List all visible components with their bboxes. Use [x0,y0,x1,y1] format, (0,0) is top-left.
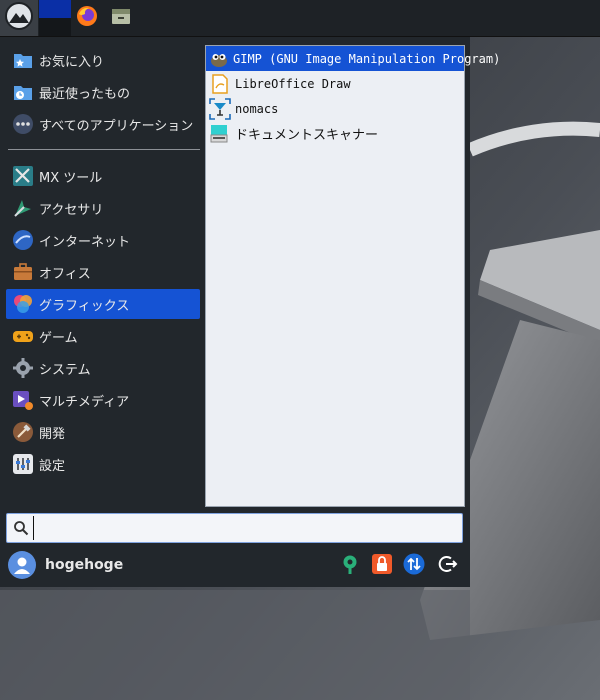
category-label: 設定 [39,458,66,474]
category-separator [8,149,200,150]
category-label: MX ツール [39,170,103,186]
app-item-gimp[interactable]: GIMP (GNU Image Manipulation Program) [206,46,500,71]
category-multimedia[interactable]: マルチメディア [6,385,200,415]
settings-manager-icon [339,553,361,579]
multimedia-icon [12,389,34,411]
accessories-icon [12,197,34,219]
category-accessories[interactable]: アクセサリ [6,193,200,223]
libreoffice-draw-icon [209,73,231,95]
workspace-2-button[interactable] [39,18,71,36]
category-label: マルチメディア [39,394,130,410]
category-mx-tools[interactable]: MX ツール [6,161,200,191]
switch-user-button[interactable] [402,553,426,579]
app-item-document-scanner[interactable]: ドキュメントスキャナー [206,121,464,146]
category-recent[interactable]: 最近使ったもの [6,77,200,107]
mx-tools-icon [12,165,34,187]
lock-icon [371,553,393,579]
app-label: GIMP (GNU Image Manipulation Program) [233,51,501,66]
category-label: オフィス [39,266,91,282]
app-item-nomacs[interactable]: nomacs [206,96,464,121]
system-icon [12,357,34,379]
search-icon [11,520,31,536]
username: hogehoge [45,557,124,573]
category-favorites[interactable]: お気に入り [6,45,200,75]
lock-screen-button[interactable] [370,554,394,578]
category-label: アクセサリ [39,202,104,218]
settings-manager-button[interactable] [338,554,362,578]
workspace-1-button[interactable] [39,0,71,18]
category-label: グラフィックス [39,298,130,314]
nomacs-icon [209,97,231,120]
category-games[interactable]: ゲーム [6,321,200,351]
logout-button[interactable] [435,554,459,578]
development-icon [12,421,34,443]
application-menu: お気に入り 最近使ったもの すべてのアプリケーション MX ツール アクセサリ [0,37,500,587]
category-all-applications[interactable]: すべてのアプリケーション [6,109,200,139]
gimp-icon [209,48,229,70]
category-office[interactable]: オフィス [6,257,200,287]
category-internet[interactable]: インターネット [6,225,200,255]
app-label: nomacs [235,101,279,116]
top-panel [0,0,600,37]
category-label: すべてのアプリケーション [39,118,194,134]
category-label: お気に入り [39,54,105,70]
logout-icon [436,553,458,579]
category-development[interactable]: 開発 [6,417,200,447]
internet-icon [12,229,34,251]
document-scanner-icon [209,123,231,145]
office-icon [12,261,34,283]
category-label: 最近使ったもの [39,86,131,102]
file-manager-icon [110,5,132,31]
category-system[interactable]: システム [6,353,200,383]
search-input[interactable] [33,516,462,540]
app-item-libreoffice-draw[interactable]: LibreOffice Draw [206,71,464,96]
user-info: hogehoge [8,549,123,581]
favorites-folder-icon [12,49,34,71]
category-label: インターネット [39,234,131,250]
application-list: GIMP (GNU Image Manipulation Program) Li… [205,45,500,507]
search-box [6,513,463,543]
category-label: 開発 [39,426,66,442]
all-apps-icon [12,113,34,135]
category-settings[interactable]: 設定 [6,449,200,479]
start-menu-button[interactable] [0,0,38,36]
app-label: ドキュメントスキャナー [235,128,379,143]
switch-user-icon [403,553,425,579]
mx-logo-icon [4,1,34,35]
settings-icon [12,453,34,475]
category-label: ゲーム [39,330,78,346]
avatar [8,551,36,579]
firefox-icon [76,5,98,31]
category-label: システム [39,362,91,378]
app-label: LibreOffice Draw [235,76,351,91]
file-manager-launcher[interactable] [106,0,136,36]
category-list: お気に入り 最近使ったもの すべてのアプリケーション MX ツール アクセサリ [6,45,200,481]
firefox-launcher[interactable] [72,0,102,36]
category-graphics[interactable]: グラフィックス [6,289,200,319]
games-icon [12,325,34,347]
recent-folder-icon [12,81,34,103]
graphics-icon [12,293,34,315]
